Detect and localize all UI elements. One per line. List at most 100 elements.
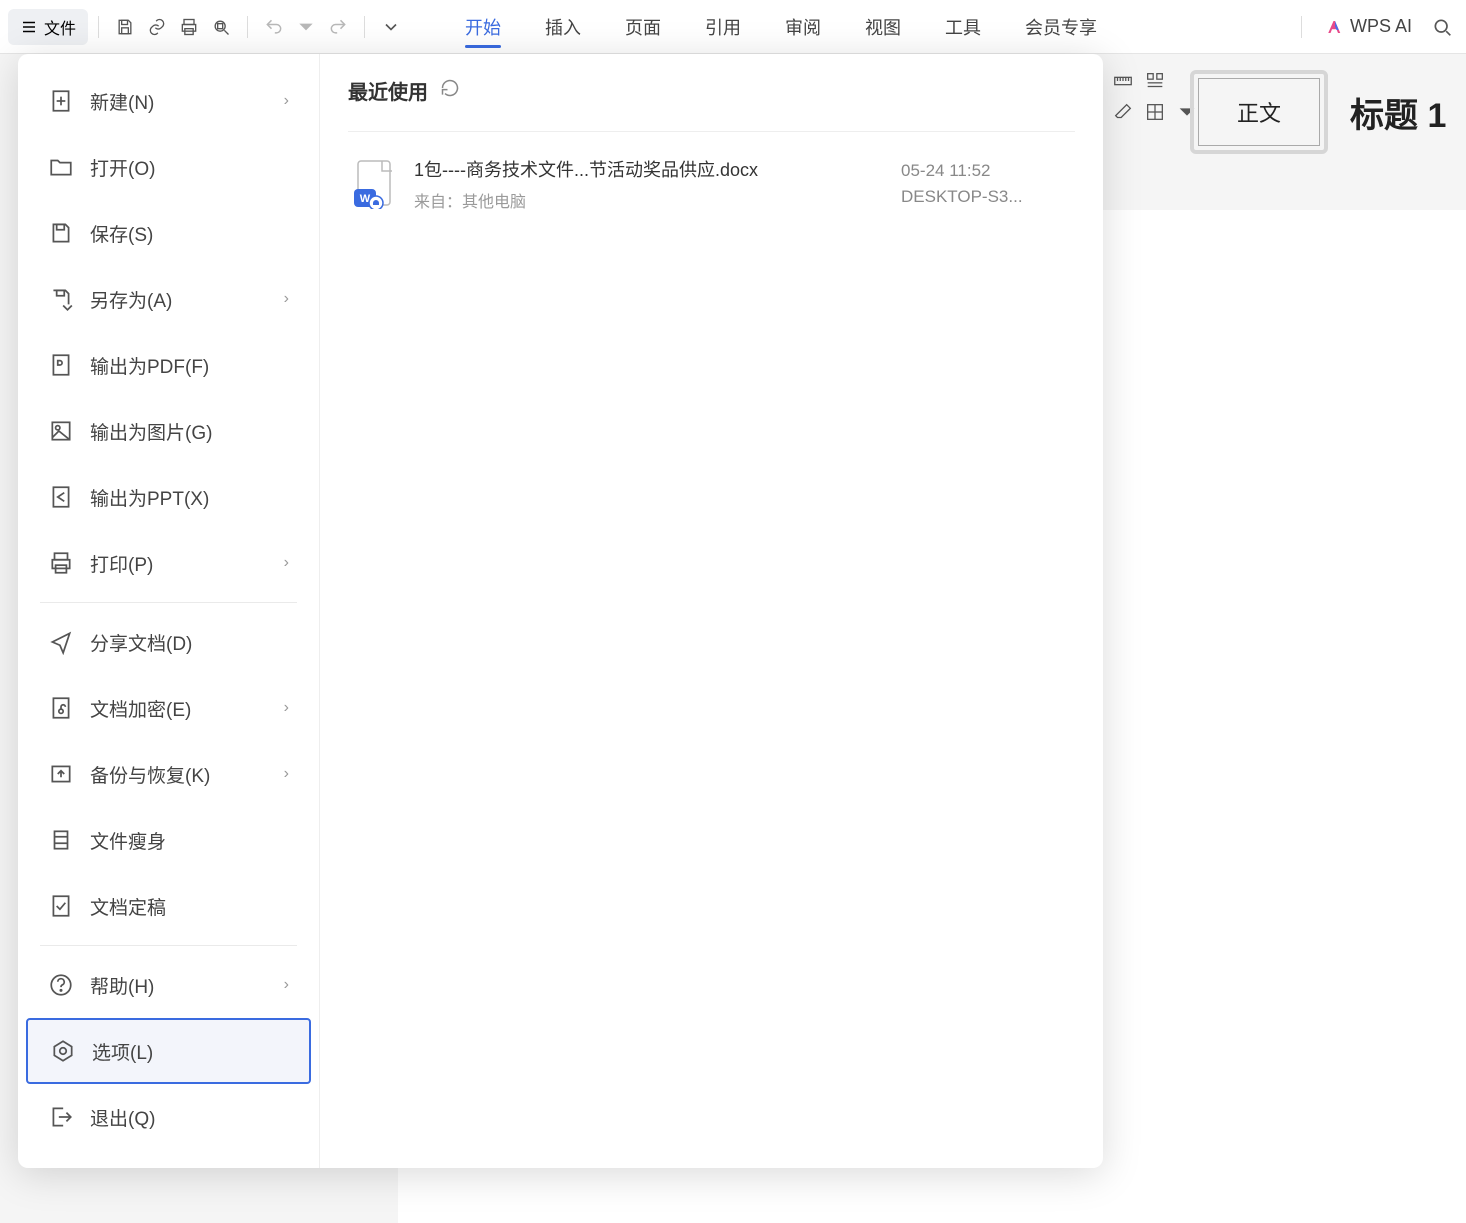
menu-print[interactable]: 打印(P) › [26,530,311,596]
ribbon-tabs: 开始 插入 页面 引用 审阅 视图 工具 会员专享 [443,0,1119,54]
menu-backup[interactable]: 备份与恢复(K) › [26,741,311,807]
menu-save-label: 保存(S) [90,220,153,247]
menu-exit[interactable]: 退出(Q) [26,1084,311,1150]
right-tools: WPS AI [1291,11,1458,43]
menu-new[interactable]: 新建(N) › [26,68,311,134]
link-button[interactable] [141,11,173,43]
separator [98,16,99,38]
separator [1301,16,1302,38]
menu-saveas-label: 另存为(A) [90,286,172,313]
chevron-right-icon: › [284,976,289,994]
menu-open[interactable]: 打开(O) [26,134,311,200]
menu-saveas[interactable]: 另存为(A) › [26,266,311,332]
chevron-right-icon: › [284,92,289,110]
menu-print-label: 打印(P) [90,550,153,577]
recent-file-sub: 来自：其他电脑 [414,188,883,212]
chevron-right-icon: › [284,699,289,717]
file-label: 文件 [44,15,76,39]
print-button[interactable] [173,11,205,43]
ribbon-partial-icons [1112,70,1198,128]
save-button[interactable] [109,11,141,43]
exit-icon [48,1104,74,1130]
menu-share-label: 分享文档(D) [90,629,192,656]
menu-backup-label: 备份与恢复(K) [90,761,210,788]
recent-file-source: DESKTOP-S3... [901,187,1071,207]
refresh-icon[interactable] [440,78,460,103]
recent-title: 最近使用 [348,76,428,105]
ppt-icon [48,484,74,510]
style-heading1[interactable]: 标题 1 [1328,88,1446,137]
menu-help[interactable]: 帮助(H) › [26,952,311,1018]
search-button[interactable] [1426,11,1458,43]
styles-gallery: 正文 标题 1 [1190,70,1446,154]
recent-file-name: 1包----商务技术文件...节活动奖品供应.docx [414,156,883,182]
separator [247,16,248,38]
menu-share[interactable]: 分享文档(D) [26,609,311,675]
menu-export-pdf[interactable]: 输出为PDF(F) [26,332,311,398]
tab-member[interactable]: 会员专享 [1003,0,1119,54]
chevron-right-icon: › [284,554,289,572]
more-dropdown[interactable] [375,11,407,43]
recent-list: W 1包----商务技术文件...节活动奖品供应.docx 来自：其他电脑 05… [348,131,1075,222]
print-preview-button[interactable] [205,11,237,43]
share-icon [48,629,74,655]
tab-insert[interactable]: 插入 [523,0,603,54]
menu-img-label: 输出为图片(G) [90,418,212,445]
finalize-icon [48,893,74,919]
menu-export-image[interactable]: 输出为图片(G) [26,398,311,464]
separator [364,16,365,38]
wps-ai-label: WPS AI [1350,16,1412,37]
recent-file-time: 05-24 11:52 [901,161,1071,181]
menu-slim-label: 文件瘦身 [90,827,166,854]
tab-tools[interactable]: 工具 [923,0,1003,54]
file-menu-panel: 新建(N) › 打开(O) 保存(S) 另存为(A) › 输出为PDF(F) 输… [18,54,1103,1168]
undo-button[interactable] [258,11,290,43]
file-menu-button[interactable]: 文件 [8,9,88,45]
undo-dropdown[interactable] [290,11,322,43]
border-icon[interactable] [1144,101,1166,128]
help-icon [48,972,74,998]
eraser-icon[interactable] [1112,101,1134,128]
tab-review[interactable]: 审阅 [763,0,843,54]
menu-ppt-label: 输出为PPT(X) [90,484,209,511]
menu-export-ppt[interactable]: 输出为PPT(X) [26,464,311,530]
wps-ai-button[interactable]: WPS AI [1318,12,1420,41]
recent-item-text: 1包----商务技术文件...节活动奖品供应.docx 来自：其他电脑 [414,156,883,212]
menu-save[interactable]: 保存(S) [26,200,311,266]
menu-options-label: 选项(L) [92,1038,153,1065]
redo-button[interactable] [322,11,354,43]
divider [40,945,297,946]
menu-slim[interactable]: 文件瘦身 [26,807,311,873]
recent-header: 最近使用 [348,76,1075,105]
encrypt-icon [48,695,74,721]
tab-page[interactable]: 页面 [603,0,683,54]
save-icon [48,220,74,246]
tab-reference[interactable]: 引用 [683,0,763,54]
menu-encrypt[interactable]: 文档加密(E) › [26,675,311,741]
tab-start[interactable]: 开始 [443,0,523,54]
file-menu-sidebar: 新建(N) › 打开(O) 保存(S) 另存为(A) › 输出为PDF(F) 输… [18,54,320,1168]
image-icon [48,418,74,444]
menu-exit-label: 退出(Q) [90,1104,155,1131]
top-toolbar: 文件 开始 插入 页面 引用 审阅 视图 工具 会员专享 WPS AI [0,0,1466,54]
hamburger-icon [20,18,38,36]
tab-view[interactable]: 视图 [843,0,923,54]
recent-item[interactable]: W 1包----商务技术文件...节活动奖品供应.docx 来自：其他电脑 05… [348,146,1075,222]
text-wrap-icon[interactable] [1144,70,1166,97]
pdf-icon [48,352,74,378]
divider [40,602,297,603]
chevron-right-icon: › [284,765,289,783]
style-normal-label: 正文 [1198,78,1320,146]
chevron-right-icon: › [284,290,289,308]
slim-icon [48,827,74,853]
style-normal[interactable]: 正文 [1190,70,1328,154]
menu-pdf-label: 输出为PDF(F) [90,352,209,379]
recent-item-meta: 05-24 11:52 DESKTOP-S3... [901,161,1071,207]
saveas-icon [48,286,74,312]
menu-finalize[interactable]: 文档定稿 [26,873,311,939]
menu-new-label: 新建(N) [90,88,154,115]
menu-options[interactable]: 选项(L) [26,1018,311,1084]
ruler-icon[interactable] [1112,70,1134,97]
backup-icon [48,761,74,787]
new-icon [48,88,74,114]
